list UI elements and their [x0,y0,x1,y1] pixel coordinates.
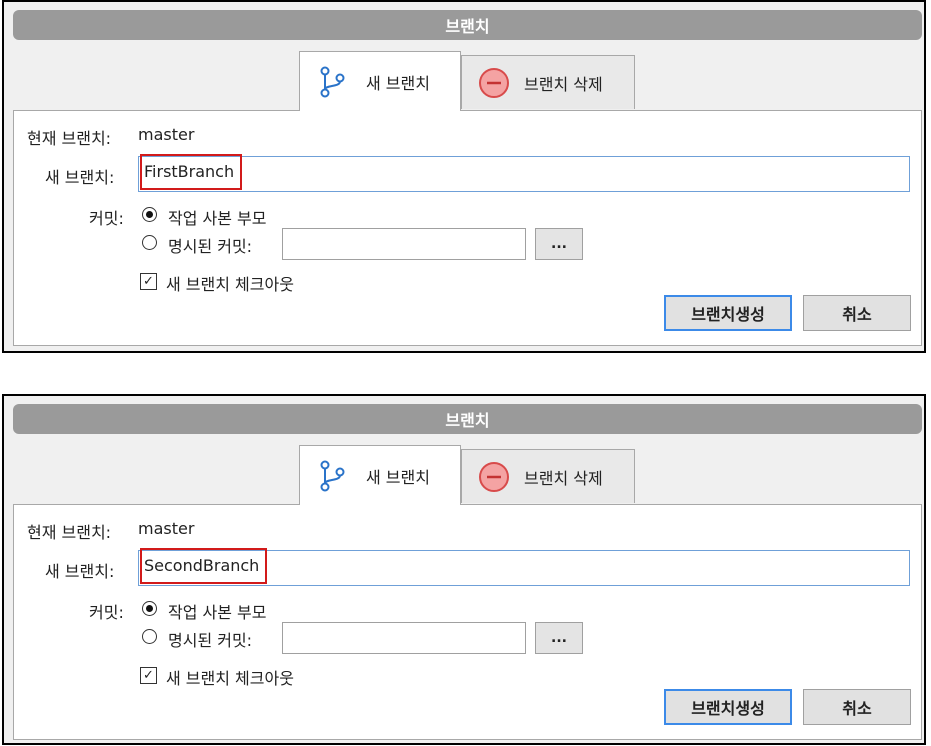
branch-dialog: 브랜치 새 브랜치 브랜치 삭제 현재 브랜치: master 새 브랜치: F… [2,0,926,353]
new-branch-value: FirstBranch [140,154,243,190]
tab-delete-branch[interactable]: 브랜치 삭제 [461,55,635,109]
commit-label: 커밋: [89,603,124,622]
dialog-title: 브랜치 [13,10,922,40]
minus-circle-icon [476,461,512,493]
branch-icon [314,65,350,99]
new-branch-input[interactable]: SecondBranch [138,548,910,586]
current-branch-label: 현재 브랜치: [27,523,112,542]
new-branch-panel: 현재 브랜치: master 새 브랜치: FirstBranch 커밋: 작업… [13,110,922,346]
current-branch-value: master [138,125,195,144]
commit-input[interactable] [282,228,526,260]
cancel-button[interactable]: 취소 [803,689,911,725]
new-branch-label: 새 브랜치: [45,168,115,187]
radio-specified-commit-label[interactable]: 명시된 커밋: [168,233,252,257]
branch-icon [314,459,350,493]
tab-new-branch[interactable]: 새 브랜치 [299,445,461,505]
checkout-checkbox[interactable]: ✓ [140,273,157,290]
tab-label: 브랜치 삭제 [524,468,603,488]
new-branch-panel: 현재 브랜치: master 새 브랜치: SecondBranch 커밋: 작… [13,504,922,740]
browse-commit-button[interactable]: ... [535,622,583,654]
cancel-button[interactable]: 취소 [803,295,911,331]
new-branch-value: SecondBranch [140,548,268,584]
current-branch-value: master [138,519,195,538]
current-branch-label: 현재 브랜치: [27,129,112,148]
create-branch-button[interactable]: 브랜치생성 [664,295,792,331]
create-branch-button[interactable]: 브랜치생성 [664,689,792,725]
commit-label: 커밋: [89,209,124,228]
tab-label: 브랜치 삭제 [524,74,603,94]
checkout-checkbox-label[interactable]: 새 브랜치 체크아웃 [166,665,294,689]
radio-working-copy-parent-label[interactable]: 작업 사본 부모 [168,599,267,623]
radio-specified-commit[interactable] [142,629,157,644]
minus-circle-icon [476,67,512,99]
dialog-title: 브랜치 [13,404,922,434]
checkout-checkbox[interactable]: ✓ [140,667,157,684]
checkout-checkbox-label[interactable]: 새 브랜치 체크아웃 [166,271,294,295]
tab-label: 새 브랜치 [366,73,430,93]
tab-label: 새 브랜치 [366,467,430,487]
radio-specified-commit[interactable] [142,235,157,250]
new-branch-label: 새 브랜치: [45,562,115,581]
tab-new-branch[interactable]: 새 브랜치 [299,51,461,111]
branch-dialog: 브랜치 새 브랜치 브랜치 삭제 현재 브랜치: master 새 브랜치: S… [2,394,926,745]
browse-commit-button[interactable]: ... [535,228,583,260]
new-branch-input[interactable]: FirstBranch [138,154,910,192]
radio-working-copy-parent-label[interactable]: 작업 사본 부모 [168,205,267,229]
radio-specified-commit-label[interactable]: 명시된 커밋: [168,627,252,651]
radio-working-copy-parent[interactable] [142,601,157,616]
tab-delete-branch[interactable]: 브랜치 삭제 [461,449,635,503]
radio-working-copy-parent[interactable] [142,207,157,222]
commit-input[interactable] [282,622,526,654]
